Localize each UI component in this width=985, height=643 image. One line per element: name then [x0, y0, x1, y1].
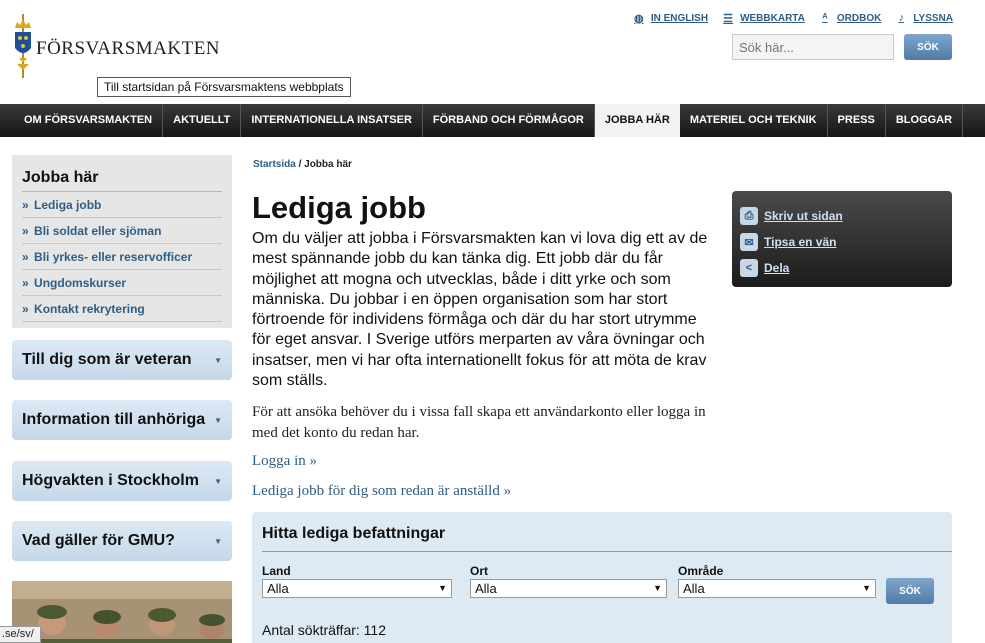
accordion-veteran[interactable]: Till dig som är veteran ▼ [12, 340, 232, 380]
accordion-anhoriga[interactable]: Information till anhöriga ▼ [12, 400, 232, 440]
dictionary-icon: ᴬ [822, 12, 828, 24]
ort-select[interactable]: Alla ▼ [470, 579, 667, 598]
share-icon: < [740, 259, 758, 277]
ort-label: Ort [470, 564, 488, 578]
search-button[interactable]: SÖK [904, 34, 952, 60]
subnav: Jobba här » Lediga jobb » Bli soldat ell… [12, 155, 232, 328]
in-english-link[interactable]: ◍ IN ENGLISH [633, 12, 708, 25]
sidebar-item-lediga-jobb[interactable]: » Lediga jobb [22, 192, 222, 218]
account-info-text: För att ansöka behöver du i vissa fall s… [252, 404, 706, 441]
brand-name[interactable]: FÖRSVARSMAKTEN [36, 38, 220, 60]
chevron-down-icon: ▼ [862, 583, 871, 593]
subnav-title: Jobba här [22, 161, 222, 192]
print-icon: ⎙ [740, 207, 758, 225]
email-icon: ✉ [740, 233, 758, 251]
nav-jobba-har[interactable]: JOBBA HÄR [594, 104, 680, 137]
job-search-button[interactable]: SÖK [886, 578, 934, 604]
employed-jobs-link[interactable]: Lediga jobb för dig som redan är anställ… [252, 483, 511, 500]
share-link[interactable]: < Dela [740, 255, 944, 281]
utility-links: ◍ IN ENGLISH ☰ WEBBKARTA ᴬ ORDBOK ♪ LYSSNA [633, 12, 953, 25]
tell-a-friend-link[interactable]: ✉ Tipsa en vän [740, 229, 944, 255]
print-page-link[interactable]: ⎙ Skriv ut sidan [740, 203, 944, 229]
page-title: Lediga jobb [252, 190, 426, 225]
job-search-title: Hitta lediga befattningar [262, 525, 952, 552]
browser-status-bar: .se/sv/ [0, 626, 41, 643]
globe-icon: ◍ [634, 12, 644, 25]
sidebar-item-bli-officer[interactable]: » Bli yrkes- eller reservofficer [22, 244, 222, 270]
nav-bloggar[interactable]: BLOGGAR [886, 104, 964, 137]
sidebar-item-ungdomskurser[interactable]: » Ungdomskurser [22, 270, 222, 296]
main-navigation: OM FÖRSVARSMAKTEN AKTUELLT INTERNATIONEL… [0, 104, 985, 137]
page-tools: ⎙ Skriv ut sidan ✉ Tipsa en vän < Dela [732, 191, 952, 287]
sidebar-item-kontakt[interactable]: » Kontakt rekrytering [22, 296, 222, 322]
nav-forband-och-formagor[interactable]: FÖRBAND OCH FÖRMÅGOR [423, 104, 595, 137]
land-label: Land [262, 564, 291, 578]
breadcrumb: Startsida / Jobba här [253, 159, 352, 170]
land-select[interactable]: Alla ▼ [262, 579, 452, 598]
omrade-label: Område [678, 564, 724, 578]
logo-tooltip: Till startsidan på Försvarsmaktens webbp… [97, 77, 351, 97]
sidebar-item-bli-soldat[interactable]: » Bli soldat eller sjöman [22, 218, 222, 244]
accordion-gmu[interactable]: Vad gäller för GMU? ▼ [12, 521, 232, 561]
nav-materiel-och-teknik[interactable]: MATERIEL OCH TEKNIK [680, 104, 828, 137]
breadcrumb-separator: / [298, 159, 302, 170]
chevron-down-icon: ▼ [214, 356, 222, 365]
ordbok-link[interactable]: ᴬ ORDBOK [819, 12, 881, 24]
search-input[interactable] [732, 34, 894, 60]
sidebar: Jobba här » Lediga jobb » Bli soldat ell… [12, 155, 232, 643]
coat-of-arms-logo[interactable] [11, 14, 35, 78]
job-search-panel: Hitta lediga befattningar Land Alla ▼ Ort… [252, 512, 952, 643]
breadcrumb-home-link[interactable]: Startsida [253, 159, 296, 170]
chevron-down-icon: ▼ [438, 583, 447, 593]
chevron-down-icon: ▼ [214, 477, 222, 486]
omrade-select[interactable]: Alla ▼ [678, 579, 876, 598]
webbkarta-link[interactable]: ☰ WEBBKARTA [722, 12, 805, 25]
accordion-hogvakten[interactable]: Högvakten i Stockholm ▼ [12, 461, 232, 501]
breadcrumb-current: Jobba här [304, 159, 352, 170]
nav-om-forsvarsmakten[interactable]: OM FÖRSVARSMAKTEN [14, 104, 164, 137]
sitemap-icon: ☰ [723, 12, 734, 25]
chevron-down-icon: ▼ [214, 537, 222, 546]
nav-press[interactable]: PRESS [828, 104, 886, 137]
intro-text: Om du väljer att jobba i Försvarsmakten … [252, 230, 708, 390]
soldiers-photo [12, 581, 232, 643]
nav-internationella-insatser[interactable]: INTERNATIONELLA INSATSER [241, 104, 423, 137]
search-hit-count: Antal sökträffar: 112 [262, 622, 386, 638]
lyssna-link[interactable]: ♪ LYSSNA [895, 12, 953, 24]
login-link[interactable]: Logga in » [252, 453, 317, 470]
page: FÖRSVARSMAKTEN Till startsidan på Försva… [0, 0, 985, 643]
listen-icon: ♪ [898, 12, 905, 24]
chevron-down-icon: ▼ [653, 583, 662, 593]
nav-aktuellt[interactable]: AKTUELLT [163, 104, 242, 137]
chevron-down-icon: ▼ [214, 416, 222, 425]
